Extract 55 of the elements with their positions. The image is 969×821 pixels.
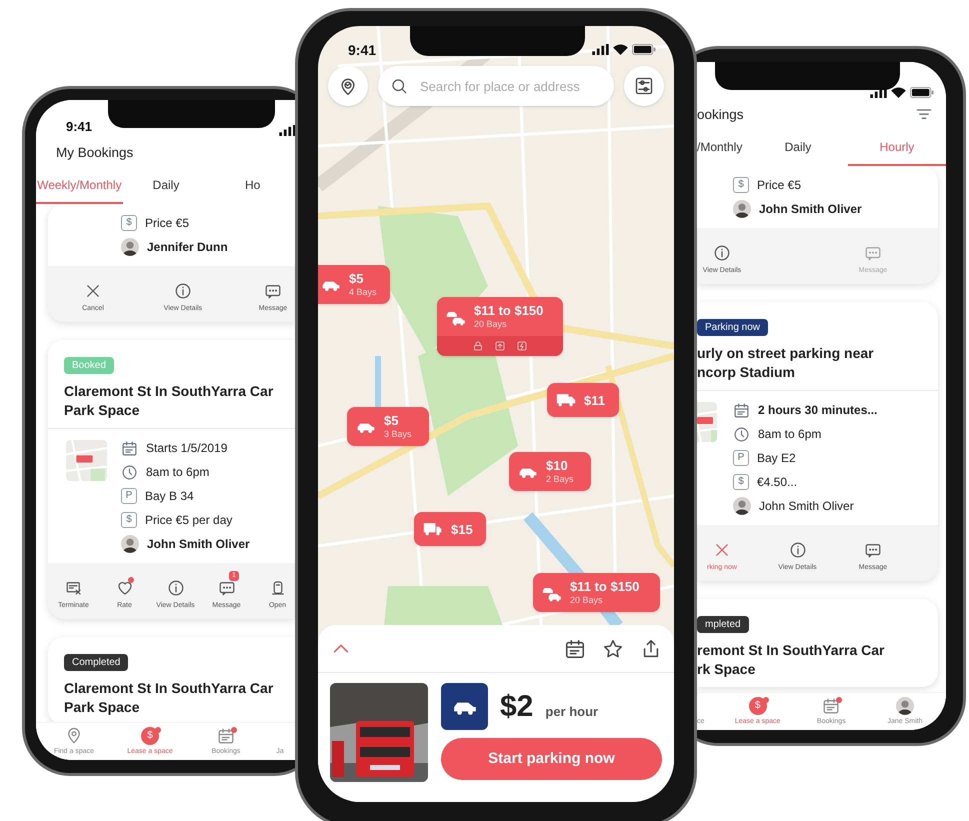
tab[interactable]: /Monthly — [697, 130, 748, 166]
info-icon — [174, 282, 192, 300]
detail-text: 8am to 6pm — [146, 464, 210, 481]
calendar-icon — [121, 440, 138, 456]
status-badge: mpleted — [697, 616, 749, 633]
detail-text: John Smith Oliver — [759, 498, 854, 515]
info-icon — [788, 540, 806, 559]
glyph-icon: $ — [121, 512, 137, 528]
clock-icon — [733, 426, 750, 442]
card-title: remont St In SouthYarra Car rk Space — [697, 641, 886, 679]
coin-icon: $ — [141, 726, 159, 744]
detail-text: Bay E2 — [757, 450, 796, 467]
avatar — [896, 696, 914, 714]
calendar-icon — [822, 696, 840, 714]
card-title: urly on street parking near ncorp Stadium — [697, 344, 875, 382]
avatar — [121, 238, 139, 256]
status-badge: Booked — [64, 357, 114, 374]
wifi-icon — [891, 87, 906, 98]
detail-text: John Smith Oliver — [759, 201, 862, 218]
detail-text: Bay B 34 — [145, 488, 194, 505]
info-icon — [713, 244, 731, 262]
glyph-icon: $ — [121, 215, 137, 231]
location-pin-icon — [65, 726, 83, 744]
status-time: 9:41 — [66, 118, 92, 136]
detail-text: Starts 1/5/2019 — [146, 440, 228, 457]
avatar — [733, 497, 751, 515]
coin-icon: $ — [748, 696, 767, 714]
glyph-icon: $ — [733, 474, 749, 490]
tab[interactable]: Daily — [122, 168, 210, 204]
info-icon — [166, 578, 184, 597]
card-title: Claremont St In SouthYarra Car Park Space — [64, 382, 274, 420]
detail-text: 2 hours 30 minutes... — [758, 402, 878, 419]
glyph-icon: $ — [733, 177, 749, 193]
calendar-icon — [733, 402, 750, 418]
screen-title: ookings — [697, 106, 744, 124]
detail-text: Jennifer Dunn — [147, 239, 228, 256]
avatar — [121, 535, 139, 553]
screen-title: My Bookings — [56, 144, 134, 162]
battery-icon — [910, 87, 934, 98]
glyph-icon: P — [733, 450, 749, 466]
avatar — [733, 200, 751, 218]
detail-text: 8am to 6pm — [758, 426, 822, 443]
calendar-icon — [217, 726, 235, 744]
detail-text: €4.50... — [757, 474, 798, 491]
tab[interactable]: Ho — [209, 168, 296, 204]
card-title: Claremont St In SouthYarra Car Park Space — [64, 679, 274, 717]
status-badge: Parking now — [697, 319, 768, 336]
detail-text: Price €5 per day — [145, 512, 232, 529]
detail-text: Price €5 — [145, 215, 190, 232]
detail-text: Price €5 — [757, 177, 802, 194]
tab[interactable]: Daily — [748, 130, 848, 166]
status-badge: Completed — [64, 654, 128, 671]
clock-icon — [121, 464, 138, 480]
glyph-icon: P — [121, 488, 137, 504]
detail-text: John Smith Oliver — [147, 536, 250, 553]
